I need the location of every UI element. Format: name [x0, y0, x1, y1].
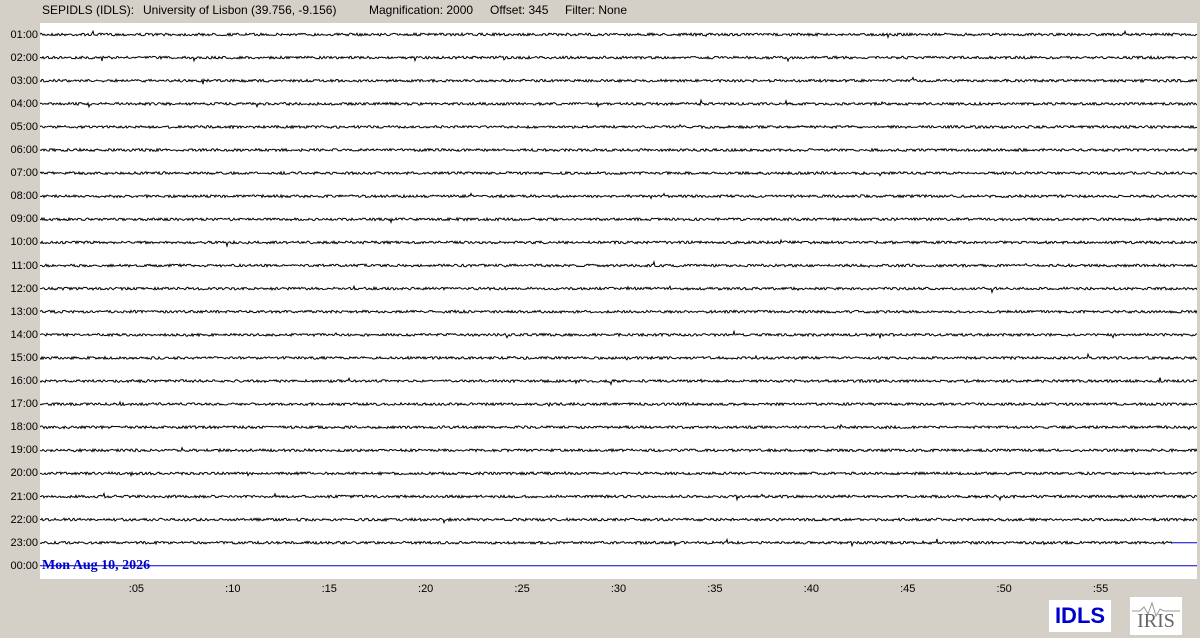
trace-line — [40, 537, 1173, 548]
trace-line — [40, 516, 1197, 525]
hour-label: 21:00 — [10, 490, 38, 503]
time-axis-label: :50 — [996, 583, 1012, 595]
hour-label: 11:00 — [11, 259, 38, 272]
hour-label: 05:00 — [10, 120, 38, 133]
hour-label: 00:00 — [10, 559, 38, 572]
hour-label: 01:00 — [10, 28, 38, 41]
trace-line — [40, 446, 1197, 453]
hour-label: 13:00 — [10, 305, 38, 318]
hour-labels: 01:00 02:00 03:00 04:00 05:00 06:00 07:00 08:00… — [0, 23, 40, 579]
trace-line — [40, 76, 1197, 85]
trace-line — [40, 491, 1197, 502]
trace-line — [40, 170, 1197, 177]
trace-line — [40, 309, 1197, 315]
time-axis-label: :40 — [803, 583, 819, 595]
time-axis-label: :05 — [128, 583, 145, 595]
iris-logo: IRIS — [1130, 597, 1182, 635]
hour-label: 03:00 — [10, 74, 38, 87]
trace-line — [40, 352, 1197, 361]
time-axis: :05 :10 :15 :20 :25 :30 :35 :40 :45 :50 :55 — [40, 579, 1197, 601]
hour-label: 06:00 — [10, 144, 38, 156]
hour-label: 15:00 — [10, 351, 38, 364]
hour-label: 22:00 — [10, 513, 38, 526]
hour-label: 10:00 — [10, 236, 38, 249]
date-label: Mon Aug 10, 2026 — [42, 558, 151, 573]
trace-line — [40, 123, 1197, 130]
time-axis-label: :10 — [225, 583, 241, 595]
hour-label: 23:00 — [10, 536, 38, 549]
time-axis-label: :25 — [514, 583, 530, 595]
hour-label: 20:00 — [10, 467, 38, 480]
time-axis-label: :20 — [418, 583, 434, 595]
idls-logo: IDLS — [1049, 600, 1111, 632]
trace-line — [40, 470, 1197, 478]
time-axis-label: :15 — [321, 583, 337, 595]
trace-line — [40, 192, 1197, 200]
hour-label: 12:00 — [10, 282, 38, 295]
trace-line — [40, 329, 1197, 339]
offset-readout: Offset: 345 — [490, 3, 549, 17]
hour-label: 19:00 — [10, 444, 38, 457]
trace-line — [40, 238, 1197, 248]
hour-label: 18:00 — [10, 421, 38, 434]
magnification-readout: Magnification: 2000 — [369, 3, 474, 17]
trace-line — [40, 400, 1197, 408]
hour-label: 09:00 — [10, 213, 38, 226]
hour-label: 07:00 — [10, 167, 38, 180]
trace-line — [40, 147, 1197, 153]
hour-label: 04:00 — [10, 97, 38, 110]
header: SEPIDLS (IDLS): University of Lisbon (39… — [0, 0, 1200, 20]
trace-line — [40, 98, 1197, 109]
time-axis-label: :35 — [707, 583, 723, 595]
trace-line — [40, 376, 1197, 386]
hour-label: 08:00 — [10, 190, 38, 203]
time-axis-label: :55 — [1092, 583, 1109, 595]
trace-line — [40, 284, 1197, 295]
helicorder-plot: Mon Aug 10, 2026 — [40, 23, 1197, 579]
station-name: SEPIDLS (IDLS): — [42, 3, 135, 17]
trace-line — [40, 423, 1197, 431]
station-location: University of Lisbon (39.756, -9.156) — [143, 3, 337, 17]
hour-label: 16:00 — [10, 375, 38, 387]
time-axis-label: :45 — [900, 583, 916, 595]
trace-line — [40, 54, 1197, 63]
filter-readout: Filter: None — [565, 3, 628, 17]
iris-logo-text: IRIS — [1137, 610, 1175, 632]
trace-line — [40, 260, 1197, 269]
trace-line — [40, 29, 1197, 39]
seismogram-traces — [40, 29, 1197, 567]
hour-label: 14:00 — [10, 328, 38, 341]
time-axis-label: :30 — [610, 583, 627, 595]
hour-label: 17:00 — [10, 398, 38, 411]
trace-line — [40, 216, 1197, 225]
hour-label: 02:00 — [10, 51, 38, 64]
